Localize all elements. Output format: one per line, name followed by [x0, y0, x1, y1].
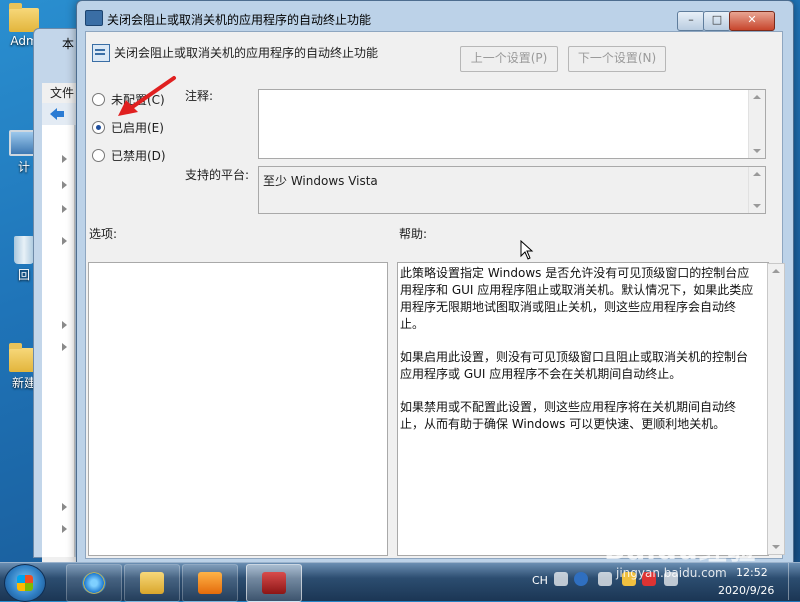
expand-arrow-icon[interactable] [62, 525, 67, 533]
help-paragraph: 此策略设置指定 Windows 是否允许没有可见顶级窗口的控制台应用程序和 GU… [400, 266, 754, 331]
radio-label: 已禁用(D) [111, 149, 166, 163]
radio-disabled[interactable]: 已禁用(D) [92, 147, 166, 165]
annotation-arrow-icon [118, 76, 176, 116]
scroll-up-icon[interactable] [753, 172, 761, 176]
group-policy-icon [262, 572, 286, 594]
help-paragraph: 如果启用此设置，则没有可见顶级窗口且阻止或取消关机的控制台应用程序或 GUI 应… [400, 350, 749, 381]
ime-settings-icon[interactable] [598, 572, 612, 586]
clock-time[interactable]: 12:52 [736, 566, 768, 579]
taskbar-app-explorer[interactable] [124, 564, 180, 602]
comment-scrollbar[interactable] [748, 90, 765, 158]
scroll-down-icon[interactable] [772, 545, 780, 549]
expand-arrow-icon[interactable] [62, 237, 67, 245]
recycle-bin-icon [14, 236, 34, 264]
scroll-up-icon[interactable] [772, 269, 780, 273]
help-panel[interactable]: 此策略设置指定 Windows 是否允许没有可见顶级窗口的控制台应用程序和 GU… [397, 262, 785, 556]
help-scrollbar[interactable] [767, 263, 785, 555]
clock-date[interactable]: 2020/9/26 [718, 584, 774, 597]
scroll-up-icon[interactable] [753, 95, 761, 99]
help-text: 此策略设置指定 Windows 是否允许没有可见顶级窗口的控制台应用程序和 GU… [400, 265, 756, 449]
keyboard-icon[interactable] [554, 572, 568, 586]
comment-textarea[interactable] [258, 89, 766, 159]
previous-setting-button[interactable]: 上一个设置(P) [460, 46, 558, 72]
scroll-down-icon[interactable] [753, 204, 761, 208]
platform-value: 至少 Windows Vista [263, 174, 378, 188]
expand-arrow-icon[interactable] [62, 343, 67, 351]
platform-field: 至少 Windows Vista [258, 166, 766, 214]
dialog-title: 关闭会阻止或取消关机的应用程序的自动终止功能 [107, 13, 372, 27]
radio-circle-selected[interactable] [92, 121, 105, 134]
taskbar-app-ie[interactable] [66, 564, 122, 602]
menu-item-file[interactable]: 文件 [50, 86, 74, 100]
setting-icon [92, 44, 110, 62]
windows-logo-icon [17, 575, 33, 591]
radio-circle[interactable] [92, 93, 105, 106]
ime-indicator[interactable]: CH [532, 574, 548, 587]
scroll-down-icon[interactable] [753, 149, 761, 153]
mouse-cursor-icon [520, 240, 534, 260]
taskbar-app-group-policy[interactable] [246, 564, 302, 602]
expand-arrow-icon[interactable] [62, 321, 67, 329]
background-window-title: 本 [62, 37, 75, 51]
explorer-icon [140, 572, 164, 594]
navigation-tree[interactable] [42, 125, 75, 557]
back-arrow-icon[interactable] [48, 106, 66, 122]
show-desktop-button[interactable] [788, 563, 800, 600]
watermark-url: jingyan.baidu.com [616, 566, 727, 580]
comment-label: 注释: [185, 89, 214, 103]
help-label: 帮助: [399, 227, 428, 241]
dialog-client-area: 关闭会阻止或取消关机的应用程序的自动终止功能 上一个设置(P) 下一个设置(N)… [85, 31, 785, 559]
expand-arrow-icon[interactable] [62, 503, 67, 511]
desktop-icon-label: 计 [17, 160, 30, 174]
help-icon[interactable] [574, 572, 588, 586]
dialog-titlebar[interactable]: 关闭会阻止或取消关机的应用程序的自动终止功能 – □ ✕ [77, 1, 793, 35]
expand-arrow-icon[interactable] [62, 155, 67, 163]
desktop-icon-label: 回 [17, 268, 30, 282]
policy-icon [85, 10, 103, 26]
platform-label: 支持的平台: [185, 168, 250, 182]
expand-arrow-icon[interactable] [62, 205, 67, 213]
media-player-icon [198, 572, 222, 594]
platform-scrollbar[interactable] [748, 167, 765, 213]
radio-circle[interactable] [92, 149, 105, 162]
radio-label: 已启用(E) [111, 121, 164, 135]
maximize-button[interactable]: □ [703, 11, 731, 31]
options-panel[interactable] [88, 262, 388, 556]
setting-title: 关闭会阻止或取消关机的应用程序的自动终止功能 [114, 46, 379, 60]
taskbar-app-media-player[interactable] [182, 564, 238, 602]
options-label: 选项: [89, 227, 118, 241]
help-paragraph: 如果禁用或不配置此设置，则这些应用程序将在关机期间自动终止，从而有助于确保 Wi… [400, 400, 737, 431]
minimize-button[interactable]: – [677, 11, 705, 31]
expand-arrow-icon[interactable] [62, 181, 67, 189]
next-setting-button[interactable]: 下一个设置(N) [568, 46, 666, 72]
start-button[interactable] [4, 564, 46, 602]
close-button[interactable]: ✕ [729, 11, 775, 31]
ie-icon [82, 572, 106, 594]
